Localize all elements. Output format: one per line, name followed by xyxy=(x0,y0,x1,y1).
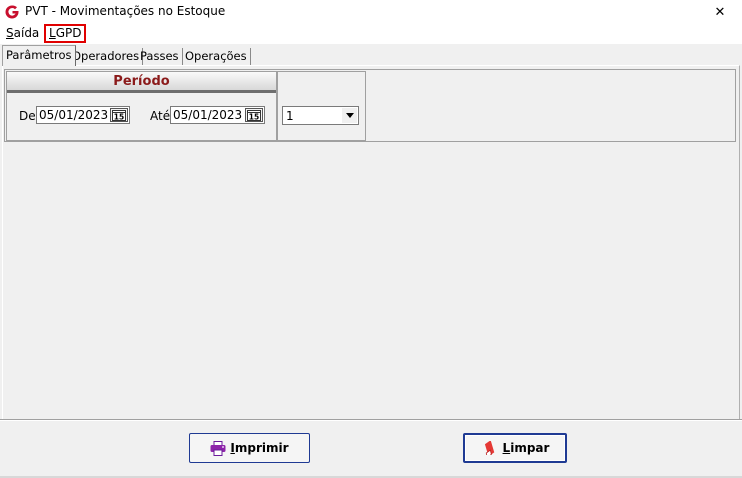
calendar-icon: 15 xyxy=(112,109,126,121)
close-button[interactable]: ✕ xyxy=(698,0,742,24)
menu-lgpd-mnemonic: L xyxy=(49,26,56,40)
tab-passes[interactable]: Passes xyxy=(137,48,183,65)
ate-label: Até xyxy=(150,109,171,123)
tab-operadores[interactable]: Operadores xyxy=(69,48,144,65)
tab-strip: Parâmetros Operadores Passes Operações xyxy=(0,45,742,67)
menu-bar: Saída LGPD xyxy=(0,24,742,44)
menu-saida-mnemonic: S xyxy=(6,26,14,40)
date-to-field[interactable]: 05/01/2023 15 xyxy=(170,106,265,124)
chevron-down-icon xyxy=(345,113,354,118)
menu-lgpd-label: GPD xyxy=(55,26,82,40)
bottom-separator xyxy=(0,419,742,421)
de-label: De xyxy=(19,109,36,123)
date-from-value: 05/01/2023 xyxy=(39,108,109,122)
date-from-field[interactable]: 05/01/2023 15 xyxy=(36,106,130,124)
clear-button[interactable]: Limpar xyxy=(463,433,567,463)
calendar-day-text: 15 xyxy=(249,112,259,121)
calendar-day-text: 15 xyxy=(114,112,124,121)
calendar-icon: 15 xyxy=(247,109,261,121)
print-button[interactable]: Imprimir xyxy=(189,433,310,463)
clear-button-mnemonic: L xyxy=(502,441,511,455)
option-select[interactable]: 1 xyxy=(282,106,359,125)
menu-saida-label: aída xyxy=(13,26,40,40)
window-title: PVT - Movimentações no Estoque xyxy=(25,4,226,18)
date-to-value: 05/01/2023 xyxy=(173,108,243,122)
g-logo-icon xyxy=(5,5,19,19)
tab-parametros[interactable]: Parâmetros xyxy=(2,45,76,66)
periodo-title: Período xyxy=(7,72,276,93)
eraser-icon xyxy=(481,441,499,455)
clear-button-label: impar xyxy=(510,441,550,455)
tab-operacoes[interactable]: Operações xyxy=(182,48,251,65)
close-icon: ✕ xyxy=(714,4,726,20)
print-button-label: mprimir xyxy=(234,441,289,455)
date-to-calendar-button[interactable]: 15 xyxy=(245,108,263,122)
option-select-dropdown-button[interactable] xyxy=(342,108,357,123)
menu-saida[interactable]: Saída xyxy=(3,25,42,42)
title-bar: PVT - Movimentações no Estoque ✕ xyxy=(0,0,742,24)
date-from-calendar-button[interactable]: 15 xyxy=(110,108,128,122)
printer-icon xyxy=(210,440,226,456)
menu-lgpd[interactable]: LGPD xyxy=(44,24,87,43)
option-select-value: 1 xyxy=(286,109,294,123)
